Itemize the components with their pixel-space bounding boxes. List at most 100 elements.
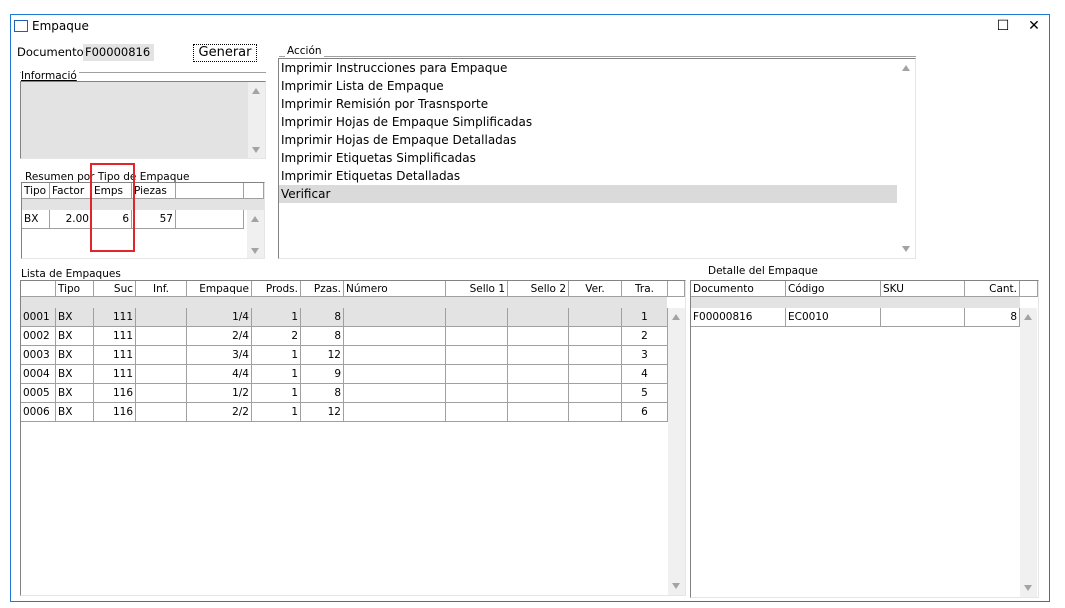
table-row[interactable]: 0003 BX 111 3/4 1 12 3 [21,346,668,365]
lista-header-tipo[interactable]: Tipo [56,281,94,297]
scroll-down-icon[interactable] [251,248,259,254]
lista-cell-suc: 116 [94,384,136,403]
lista-header-inf[interactable]: Inf. [136,281,187,297]
lista-cell-ver [569,308,622,327]
scroll-up-icon[interactable] [672,314,680,320]
lista-cell-prods: 2 [252,327,301,346]
lista-cell-numero [344,327,446,346]
scroll-up-icon[interactable] [902,65,910,71]
resumen-row[interactable]: BX 2.00 6 57 [22,210,264,229]
scroll-down-icon[interactable] [672,583,680,589]
scroll-up-icon[interactable] [1024,314,1032,320]
lista-cell-tra: 4 [622,365,668,384]
lista-cell-pzas: 12 [301,346,344,365]
lista-header-pzas[interactable]: Pzas. [301,281,344,297]
detalle-header-sku[interactable]: SKU [881,281,965,297]
lista-cell-num: 0001 [21,308,56,327]
lista-cell-numero [344,346,446,365]
detalle-label: Detalle del Empaque [708,265,818,277]
resumen-header-factor[interactable]: Factor [50,183,92,199]
lista-header-tra[interactable]: Tra. [622,281,668,297]
table-row[interactable]: 0005 BX 116 1/2 1 8 5 [21,384,668,403]
lista-scrollbar[interactable] [668,308,685,595]
detalle-header-cant[interactable]: Cant. [965,281,1020,297]
accion-item-instrucciones[interactable]: Imprimir Instrucciones para Empaque [279,59,897,77]
lista-cell-pzas: 8 [301,384,344,403]
scroll-up-icon[interactable] [251,216,259,222]
lista-cell-suc: 116 [94,403,136,422]
lista-cell-empaque: 1/2 [187,384,252,403]
resumen-scrollbar[interactable] [247,210,264,258]
scroll-up-icon[interactable] [252,88,260,94]
lista-cell-empaque: 2/2 [187,403,252,422]
scroll-down-icon[interactable] [902,246,910,252]
lista-cell-prods: 1 [252,346,301,365]
informacion-textarea[interactable] [20,81,266,159]
lista-cell-tipo: BX [56,365,94,384]
lista-cell-sello1 [446,365,508,384]
accion-item-hojas-detalladas[interactable]: Imprimir Hojas de Empaque Detalladas [279,131,897,149]
resumen-cell-tipo: BX [22,210,50,229]
maximize-button[interactable]: ☐ [992,16,1014,36]
lista-header-suc[interactable]: Suc [94,281,136,297]
informacion-scrollbar[interactable] [248,82,265,158]
accion-item-lista[interactable]: Imprimir Lista de Empaque [279,77,897,95]
lista-cell-ver [569,346,622,365]
lista-cell-pzas: 12 [301,403,344,422]
lista-header-sello1[interactable]: Sello 1 [446,281,508,297]
lista-grid[interactable]: Tipo Suc Inf. Empaque Prods. Pzas. Númer… [20,280,686,596]
detalle-header-codigo[interactable]: Código [786,281,881,297]
lista-cell-empaque: 3/4 [187,346,252,365]
lista-cell-tipo: BX [56,346,94,365]
lista-cell-suc: 111 [94,308,136,327]
lista-cell-pzas: 9 [301,365,344,384]
table-row[interactable]: 0002 BX 111 2/4 2 8 2 [21,327,668,346]
lista-cell-ver [569,327,622,346]
resumen-grid[interactable]: Tipo Factor Emps Piezas BX 2.00 6 57 [21,182,265,259]
scroll-down-icon[interactable] [1024,585,1032,591]
lista-cell-tra: 1 [622,308,668,327]
lista-cell-sello1 [446,308,508,327]
detalle-cell-documento: F00000816 [691,308,786,327]
table-row[interactable]: 0001 BX 111 1/4 1 8 1 [21,308,668,327]
lista-cell-sello2 [508,384,569,403]
documento-field[interactable]: F00000816 [83,44,154,61]
detalle-row[interactable]: F00000816 EC0010 8 [691,308,1020,327]
accion-item-hojas-simplificadas[interactable]: Imprimir Hojas de Empaque Simplificadas [279,113,897,131]
resumen-header-tipo[interactable]: Tipo [22,183,50,199]
lista-header-empaque[interactable]: Empaque [187,281,252,297]
lista-cell-suc: 111 [94,346,136,365]
lista-cell-inf [136,403,187,422]
accion-item-verificar[interactable]: Verificar [279,185,897,203]
detalle-cell-cant: 8 [965,308,1020,327]
lista-cell-numero [344,403,446,422]
table-row[interactable]: 0006 BX 116 2/2 1 12 6 [21,403,668,422]
lista-header-sello2[interactable]: Sello 2 [508,281,569,297]
detalle-scrollbar[interactable] [1020,308,1037,597]
scroll-down-icon[interactable] [252,147,260,153]
lista-cell-prods: 1 [252,308,301,327]
resumen-header-piezas[interactable]: Piezas [132,183,176,199]
lista-cell-prods: 1 [252,365,301,384]
detalle-header-documento[interactable]: Documento [691,281,786,297]
accion-item-etiquetas-detalladas[interactable]: Imprimir Etiquetas Detalladas [279,167,897,185]
accion-scrollbar[interactable] [898,59,915,258]
accion-listbox[interactable]: Imprimir Instrucciones para Empaque Impr… [278,58,916,259]
lista-cell-sello1 [446,346,508,365]
lista-label: Lista de Empaques [21,268,121,280]
lista-cell-ver [569,384,622,403]
table-row[interactable]: 0004 BX 111 4/4 1 9 4 [21,365,668,384]
window-title: Empaque [32,19,89,33]
lista-cell-prods: 1 [252,403,301,422]
lista-header-prods[interactable]: Prods. [252,281,301,297]
close-button[interactable]: ✕ [1023,16,1045,36]
detalle-grid[interactable]: Documento Código SKU Cant. F00000816 EC0… [690,280,1039,598]
generar-button[interactable]: Generar [193,44,257,62]
lista-header-numero[interactable]: Número [344,281,446,297]
accion-item-etiquetas-simplificadas[interactable]: Imprimir Etiquetas Simplificadas [279,149,897,167]
accion-item-remision[interactable]: Imprimir Remisión por Trasnsporte [279,95,897,113]
lista-header-ver[interactable]: Ver. [569,281,622,297]
lista-cell-num: 0003 [21,346,56,365]
lista-cell-prods: 1 [252,384,301,403]
lista-cell-num: 0004 [21,365,56,384]
